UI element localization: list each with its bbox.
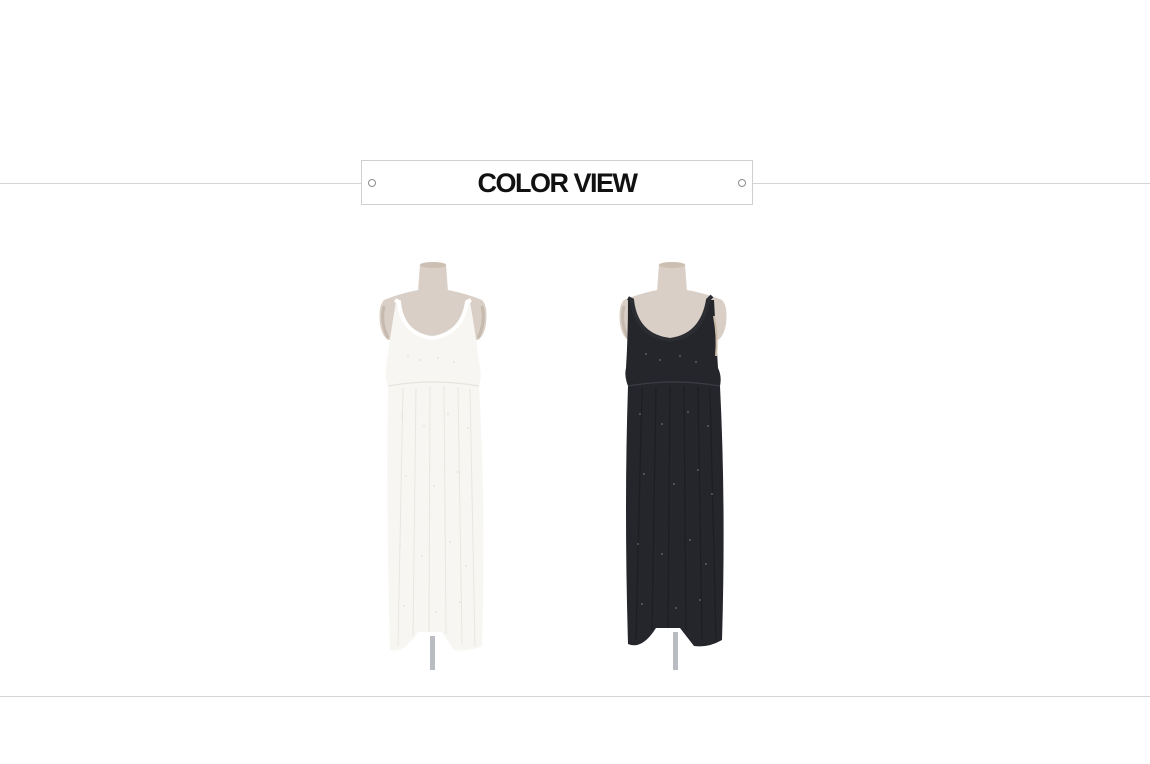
product-image-white[interactable] (358, 256, 508, 672)
mannequin-stand (673, 632, 678, 670)
ring-right-icon (738, 179, 746, 187)
white-dress-body (385, 302, 484, 651)
section-divider-bottom (0, 696, 1150, 697)
product-image-black[interactable] (598, 256, 748, 672)
color-view-header: COLOR VIEW (361, 160, 753, 205)
white-dress-illustration (379, 262, 487, 670)
section-title: COLOR VIEW (477, 168, 639, 198)
black-dress-illustration (619, 262, 727, 670)
mannequin-stand (430, 636, 435, 670)
